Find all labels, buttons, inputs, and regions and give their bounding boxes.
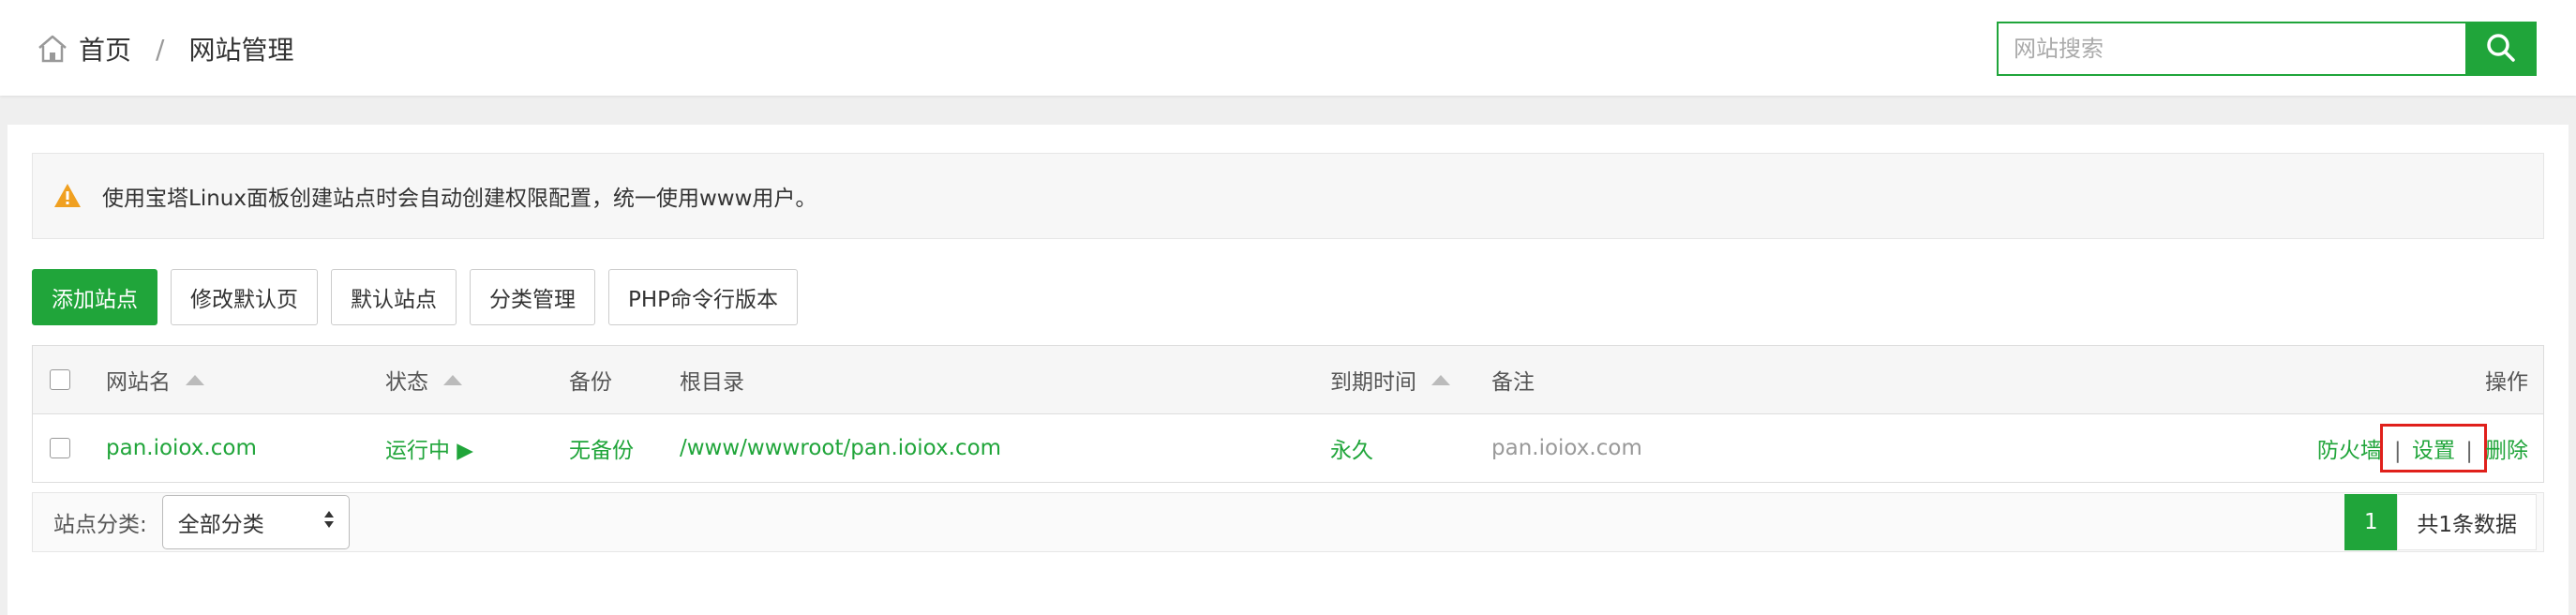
breadcrumb: 首页 / 网站管理 xyxy=(36,26,293,71)
page-1-button[interactable]: 1 xyxy=(2344,494,2398,550)
category-manage-button[interactable]: 分类管理 xyxy=(470,269,595,325)
site-expire-link[interactable]: 永久 xyxy=(1330,432,1373,464)
table-row: pan.ioiox.com 运行中 ▶ 无备份 /www/wwwroot/pan… xyxy=(33,414,2543,482)
toolbar: 添加站点 修改默认页 默认站点 分类管理 PHP命令行版本 xyxy=(32,269,799,325)
alert-text: 使用宝塔Linux面板创建站点时会自动创建权限配置，统一使用www用户。 xyxy=(102,187,817,211)
firewall-link[interactable]: 防火墙 xyxy=(2317,432,2382,464)
top-bar: 首页 / 网站管理 xyxy=(0,0,2576,96)
breadcrumb-separator: / xyxy=(156,33,165,65)
action-separator: | xyxy=(2465,439,2473,463)
category-select[interactable]: 全部分类 xyxy=(161,495,350,549)
site-status-toggle[interactable]: 运行中 ▶ xyxy=(385,432,473,464)
site-table: 网站名 状态 备份 根目录 到期时间 备注 操作 pan.ioiox.com 运… xyxy=(32,345,2544,483)
header-status[interactable]: 状态 xyxy=(385,346,462,413)
site-root-link[interactable]: /www/wwwroot/pan.ioiox.com xyxy=(680,436,1001,460)
site-remark[interactable]: pan.ioiox.com xyxy=(1491,436,1642,460)
category-selected: 全部分类 xyxy=(177,513,264,537)
header-expire-label: 到期时间 xyxy=(1330,370,1416,395)
default-site-button[interactable]: 默认站点 xyxy=(331,269,457,325)
sort-asc-icon xyxy=(443,374,462,385)
header-name-label: 网站名 xyxy=(106,370,171,395)
header-root: 根目录 xyxy=(680,346,744,413)
site-backup-link[interactable]: 无备份 xyxy=(569,432,634,464)
table-footer: 站点分类: 全部分类 xyxy=(32,492,2544,552)
breadcrumb-current: 网站管理 xyxy=(188,35,294,66)
settings-link[interactable]: 设置 xyxy=(2412,439,2455,463)
header-remark-label: 备注 xyxy=(1491,370,1535,395)
header-root-label: 根目录 xyxy=(680,370,744,395)
search-button[interactable] xyxy=(2465,22,2537,76)
category-label: 站点分类: xyxy=(53,513,147,537)
header-backup-label: 备份 xyxy=(569,370,612,395)
sort-asc-icon xyxy=(186,374,204,385)
header-name[interactable]: 网站名 xyxy=(106,346,204,413)
row-actions: 防火墙 | 设置 | 删除 xyxy=(2317,414,2528,482)
search-input[interactable] xyxy=(1997,22,2465,76)
select-updown-icon xyxy=(322,509,336,535)
header-actions-label: 操作 xyxy=(2485,370,2528,395)
home-icon[interactable] xyxy=(36,32,69,66)
select-all-checkbox[interactable] xyxy=(50,369,70,390)
edit-default-page-button[interactable]: 修改默认页 xyxy=(171,269,318,325)
header-status-label: 状态 xyxy=(385,370,428,395)
site-panel: 使用宝塔Linux面板创建站点时会自动创建权限配置，统一使用www用户。 添加站… xyxy=(7,125,2569,615)
header-backup: 备份 xyxy=(569,346,612,413)
php-cli-version-button[interactable]: PHP命令行版本 xyxy=(608,269,799,325)
search-icon xyxy=(2485,32,2517,67)
site-name-link[interactable]: pan.ioiox.com xyxy=(106,436,257,460)
header-remark: 备注 xyxy=(1491,346,1535,413)
header-actions: 操作 xyxy=(2485,346,2528,413)
row-checkbox[interactable] xyxy=(50,438,70,458)
info-alert: 使用宝塔Linux面板创建站点时会自动创建权限配置，统一使用www用户。 xyxy=(32,153,2544,239)
settings-highlight: | 设置 | xyxy=(2379,424,2487,472)
breadcrumb-home[interactable]: 首页 xyxy=(79,30,131,68)
sort-asc-icon xyxy=(1431,374,1450,385)
add-site-button[interactable]: 添加站点 xyxy=(32,269,157,325)
delete-link[interactable]: 删除 xyxy=(2485,432,2528,464)
pagination: 1 共1条数据 xyxy=(2344,494,2537,550)
warning-icon xyxy=(53,182,82,210)
site-search xyxy=(1997,22,2537,76)
total-count: 共1条数据 xyxy=(2397,494,2537,550)
header-expire[interactable]: 到期时间 xyxy=(1330,346,1450,413)
table-header: 网站名 状态 备份 根目录 到期时间 备注 操作 xyxy=(33,346,2543,414)
action-separator: | xyxy=(2393,439,2402,463)
